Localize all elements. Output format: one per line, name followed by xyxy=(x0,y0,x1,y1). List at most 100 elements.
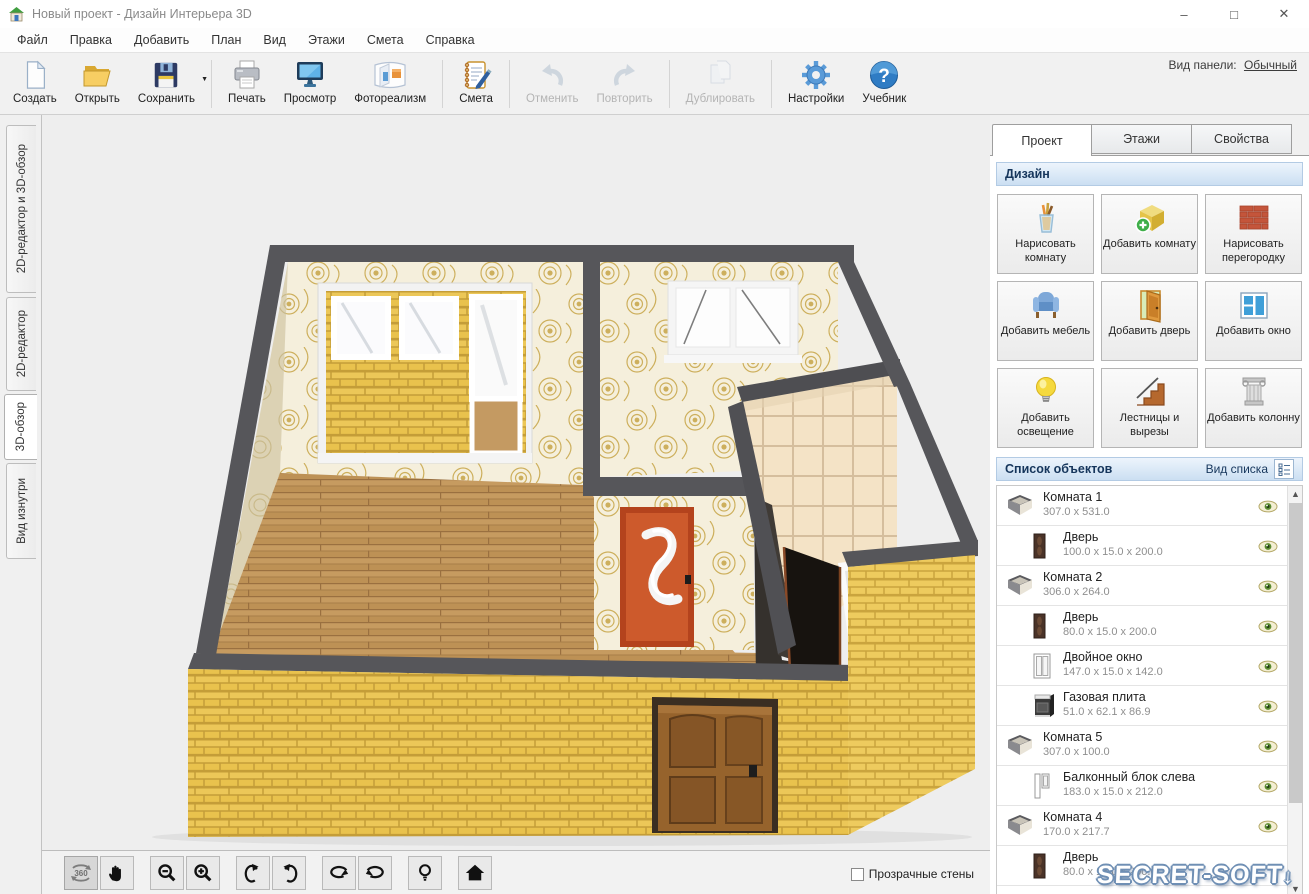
add-furniture-button[interactable]: Добавить мебель xyxy=(997,281,1094,361)
save-dropdown-arrow[interactable]: ▼ xyxy=(201,76,208,83)
transparent-walls-label: Прозрачные стены xyxy=(869,867,974,881)
design-section-header: Дизайн xyxy=(996,162,1303,186)
stairs-cutouts-button[interactable]: Лестницы и вырезы xyxy=(1101,368,1198,448)
settings-button[interactable]: Настройки xyxy=(779,54,853,114)
panel-view-value-link[interactable]: Обычный xyxy=(1244,58,1297,72)
room-icon xyxy=(1006,734,1034,761)
preview-button[interactable]: Просмотр xyxy=(275,54,346,114)
tab-floors[interactable]: Этажи xyxy=(1092,124,1192,154)
window-frame-icon xyxy=(1033,653,1051,684)
list-view-button[interactable] xyxy=(1274,459,1294,479)
menu-file[interactable]: Файл xyxy=(6,30,59,50)
visibility-eye-icon[interactable] xyxy=(1258,580,1278,598)
light-button[interactable] xyxy=(408,856,442,890)
list-view-icon xyxy=(1278,463,1291,476)
list-item-room[interactable]: Комната 1 307.0 x 531.0 xyxy=(997,486,1302,526)
rotate-down-button[interactable] xyxy=(272,856,306,890)
rotate-up-button[interactable] xyxy=(236,856,270,890)
maximize-button[interactable]: □ xyxy=(1209,0,1259,28)
scrollbar-thumb[interactable] xyxy=(1289,503,1302,803)
menu-add[interactable]: Добавить xyxy=(123,30,200,50)
window-title: Новый проект - Дизайн Интерьера 3D xyxy=(32,7,252,21)
menu-plan[interactable]: План xyxy=(200,30,252,50)
draw-partition-button[interactable]: Нарисовать перегородку xyxy=(1205,194,1302,274)
new-project-button[interactable]: Создать xyxy=(4,54,66,114)
redo-icon xyxy=(609,58,641,92)
stairs-icon xyxy=(1132,374,1168,410)
zoom-out-button[interactable] xyxy=(150,856,184,890)
armchair-icon xyxy=(1028,287,1064,323)
orbit-left-button[interactable] xyxy=(322,856,356,890)
list-item-stove[interactable]: Газовая плита 51.0 x 62.1 x 86.9 xyxy=(997,686,1302,726)
home-view-button[interactable] xyxy=(458,856,492,890)
redo-button[interactable]: Повторить xyxy=(588,54,662,114)
save-project-button[interactable]: Сохранить ▼ xyxy=(129,54,204,114)
orbit-right-button[interactable] xyxy=(358,856,392,890)
visibility-eye-icon[interactable] xyxy=(1258,820,1278,838)
application-window: Новый проект - Дизайн Интерьера 3D – □ ✕… xyxy=(0,0,1309,894)
objects-list: Комната 1 307.0 x 531.0 Дверь 100.0 x 15… xyxy=(996,485,1303,894)
list-item-door[interactable]: Дверь 100.0 x 15.0 x 200.0 xyxy=(997,526,1302,566)
transparent-walls-checkbox[interactable] xyxy=(851,868,864,881)
transparent-walls-option: Прозрачные стены xyxy=(851,867,974,881)
interior-door-orange[interactable] xyxy=(620,507,694,647)
visibility-eye-icon[interactable] xyxy=(1258,780,1278,798)
double-window[interactable] xyxy=(664,281,802,363)
menu-view[interactable]: Вид xyxy=(252,30,297,50)
print-button[interactable]: Печать xyxy=(219,54,275,114)
balcony-block-window[interactable] xyxy=(318,283,532,463)
close-button[interactable]: ✕ xyxy=(1259,0,1309,28)
add-column-button[interactable]: Добавить колонну xyxy=(1205,368,1302,448)
design-buttons-grid: Нарисовать комнату Добавить комнату Нари… xyxy=(997,194,1302,448)
tab-3d-view[interactable]: 3D-обзор xyxy=(4,394,37,460)
undo-icon xyxy=(536,58,568,92)
rotate-360-button[interactable]: 360 xyxy=(64,856,98,890)
minimize-button[interactable]: – xyxy=(1159,0,1209,28)
visibility-eye-icon[interactable] xyxy=(1258,500,1278,518)
menu-edit[interactable]: Правка xyxy=(59,30,123,50)
tab-properties[interactable]: Свойства xyxy=(1192,124,1292,154)
open-project-button[interactable]: Открыть xyxy=(66,54,129,114)
visibility-eye-icon[interactable] xyxy=(1258,700,1278,718)
door-icon xyxy=(1033,853,1046,884)
front-entrance-door[interactable] xyxy=(652,697,778,833)
monitor-icon xyxy=(294,58,326,92)
duplicate-button[interactable]: Дублировать xyxy=(677,54,764,114)
menu-help[interactable]: Справка xyxy=(415,30,486,50)
list-item-balcony-block[interactable]: Балконный блок слева 183.0 x 15.0 x 212.… xyxy=(997,766,1302,806)
tab-interior-view[interactable]: Вид изнутри xyxy=(6,463,36,559)
add-window-button[interactable]: Добавить окно xyxy=(1205,281,1302,361)
pan-hand-button[interactable] xyxy=(100,856,134,890)
estimate-notepad-icon xyxy=(460,58,492,92)
tutorial-button[interactable]: ? Учебник xyxy=(853,54,915,114)
scroll-up-icon[interactable]: ▲ xyxy=(1288,486,1303,501)
visibility-eye-icon[interactable] xyxy=(1258,740,1278,758)
duplicate-icon xyxy=(704,58,736,92)
list-item-window[interactable]: Двойное окно 147.0 x 15.0 x 142.0 xyxy=(997,646,1302,686)
balcony-block-icon xyxy=(1033,773,1051,804)
tab-2d-editor[interactable]: 2D-редактор xyxy=(6,297,36,391)
help-icon: ? xyxy=(868,58,900,92)
list-item-room[interactable]: Комната 2 306.0 x 264.0 xyxy=(997,566,1302,606)
menu-estimate[interactable]: Смета xyxy=(356,30,415,50)
undo-button[interactable]: Отменить xyxy=(517,54,588,114)
tab-2d-editor-and-3d-view[interactable]: 2D-редактор и 3D-обзор xyxy=(6,125,36,293)
gear-icon xyxy=(800,58,832,92)
viewport-3d[interactable]: 360 xyxy=(42,115,990,894)
photorealism-button[interactable]: Фотореализм xyxy=(345,54,435,114)
list-item-room[interactable]: Комната 4 170.0 x 217.7 xyxy=(997,806,1302,846)
visibility-eye-icon[interactable] xyxy=(1258,620,1278,638)
add-lighting-button[interactable]: Добавить освещение xyxy=(997,368,1094,448)
menu-floors[interactable]: Этажи xyxy=(297,30,356,50)
list-item-door[interactable]: Дверь 80.0 x 15.0 x 200.0 xyxy=(997,606,1302,646)
list-item-room[interactable]: Комната 5 307.0 x 100.0 xyxy=(997,726,1302,766)
estimate-button[interactable]: Смета xyxy=(450,54,502,114)
draw-room-button[interactable]: Нарисовать комнату xyxy=(997,194,1094,274)
zoom-in-button[interactable] xyxy=(186,856,220,890)
add-door-button[interactable]: Добавить дверь xyxy=(1101,281,1198,361)
tab-project[interactable]: Проект xyxy=(992,124,1092,156)
list-scrollbar[interactable]: ▲ ▼ xyxy=(1287,486,1302,894)
add-room-button[interactable]: Добавить комнату xyxy=(1101,194,1198,274)
visibility-eye-icon[interactable] xyxy=(1258,540,1278,558)
visibility-eye-icon[interactable] xyxy=(1258,660,1278,678)
